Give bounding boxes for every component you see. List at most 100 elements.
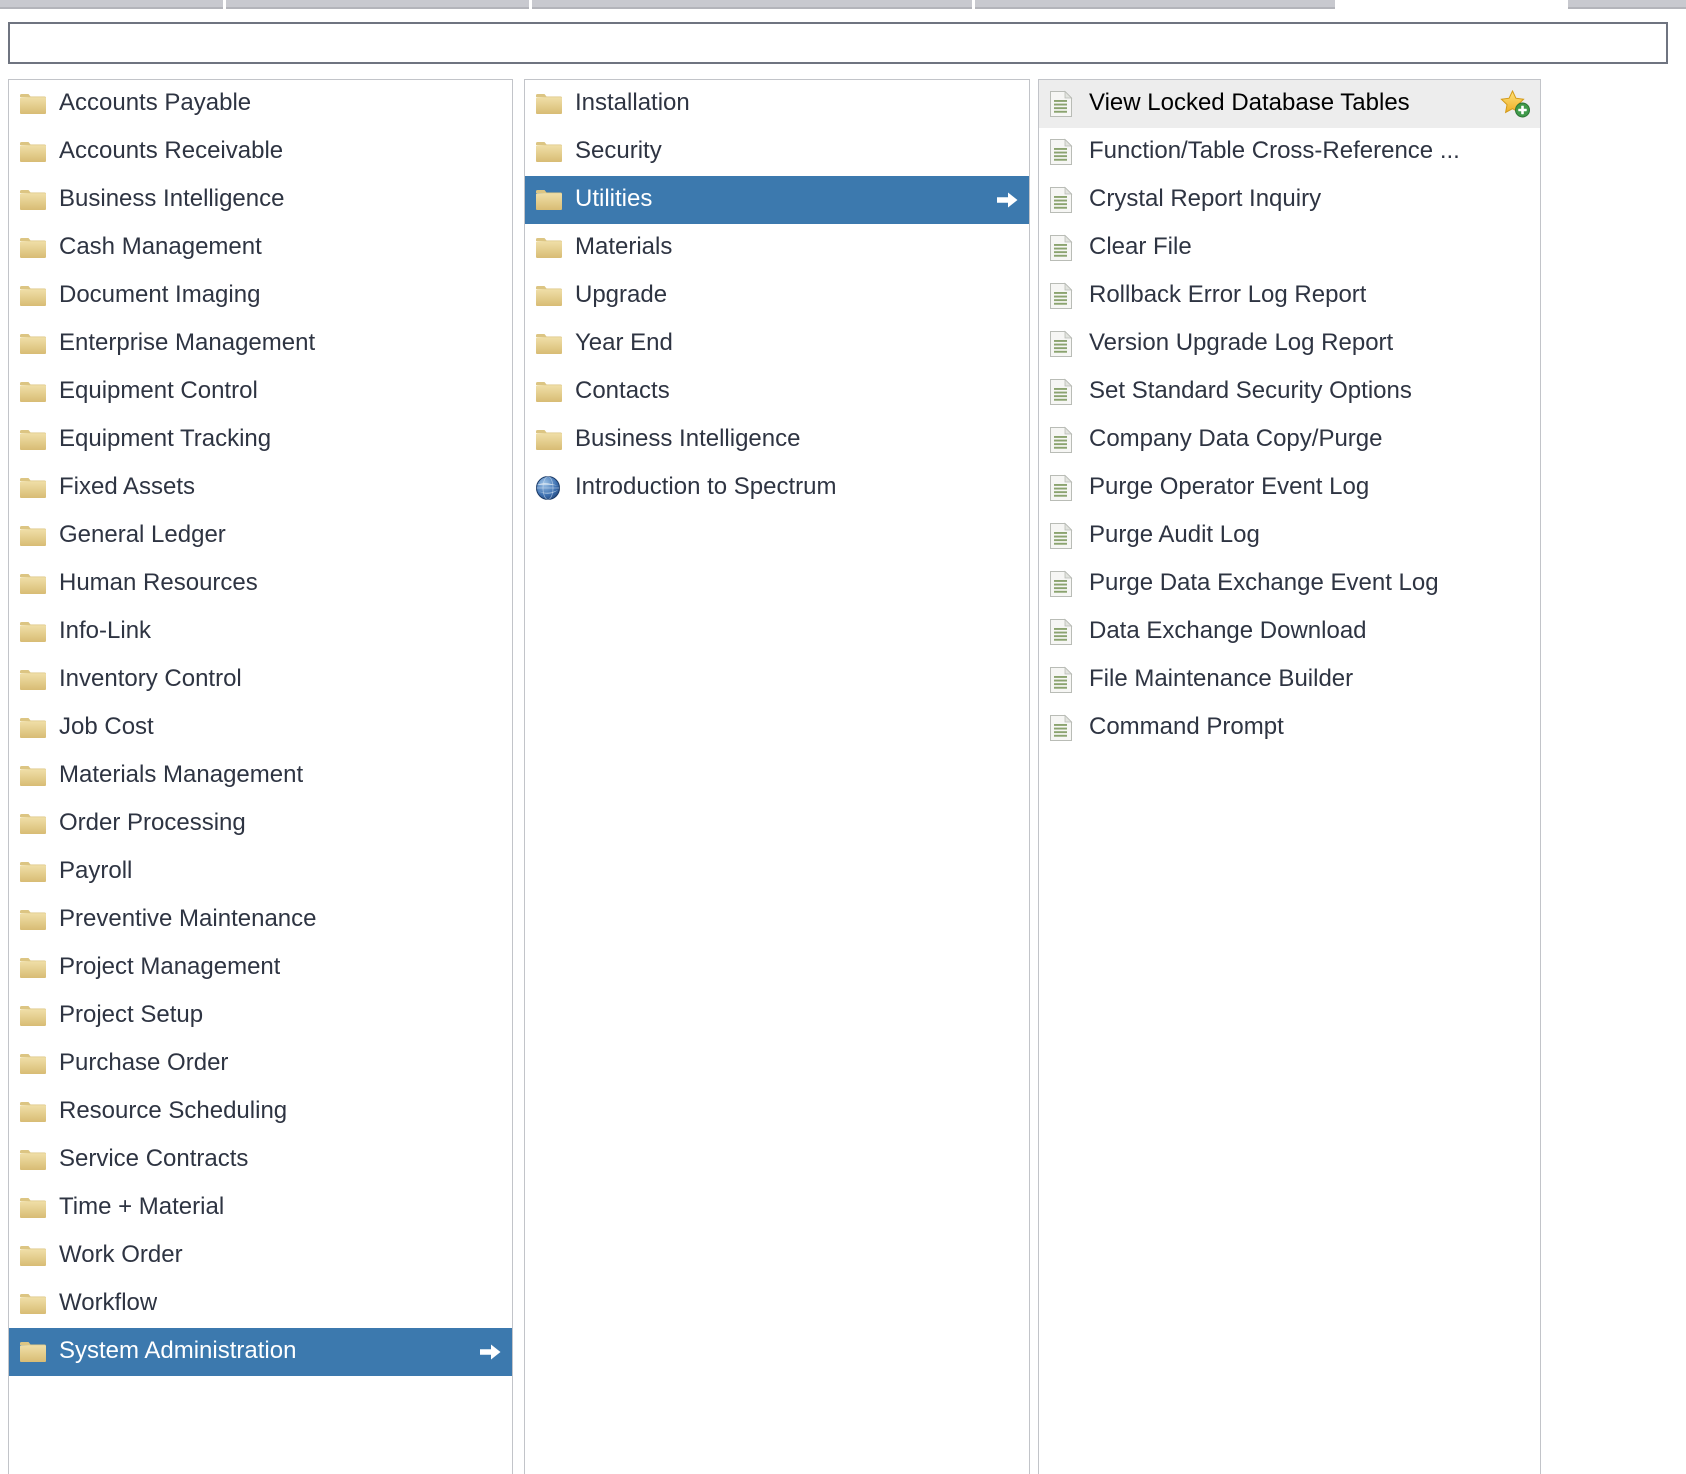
list-item[interactable]: Crystal Report Inquiry	[1039, 176, 1540, 224]
folder-icon	[19, 1289, 55, 1319]
list-item[interactable]: Purge Audit Log	[1039, 512, 1540, 560]
list-item[interactable]: Fixed Assets	[9, 464, 512, 512]
list-item[interactable]: Version Upgrade Log Report	[1039, 320, 1540, 368]
list-item-label: Company Data Copy/Purge	[1089, 427, 1383, 452]
document-icon	[1049, 425, 1085, 455]
arrow-right-icon	[993, 188, 1021, 212]
list-item-label: Clear File	[1089, 235, 1192, 260]
list-item[interactable]: Payroll	[9, 848, 512, 896]
folder-icon	[535, 89, 571, 119]
list-item-label: Work Order	[59, 1243, 183, 1268]
folder-icon	[19, 233, 55, 263]
folder-icon	[19, 137, 55, 167]
list-item[interactable]: Service Contracts	[9, 1136, 512, 1184]
list-item-label: Purchase Order	[59, 1051, 229, 1076]
list-item[interactable]: Cash Management	[9, 224, 512, 272]
folder-icon	[19, 473, 55, 503]
list-item[interactable]: Info-Link	[9, 608, 512, 656]
list-item[interactable]: Project Setup	[9, 992, 512, 1040]
list-item[interactable]: Equipment Tracking	[9, 416, 512, 464]
list-item[interactable]: Rollback Error Log Report	[1039, 272, 1540, 320]
toolbar-segment-3[interactable]	[532, 0, 972, 9]
list-item-label: View Locked Database Tables	[1089, 91, 1410, 116]
list-item[interactable]: Materials	[525, 224, 1029, 272]
list-item[interactable]: Introduction to Spectrum	[525, 464, 1029, 512]
list-item[interactable]: Clear File	[1039, 224, 1540, 272]
folders-panel[interactable]: Installation Security Utilities Materials Up…	[524, 79, 1030, 1474]
toolbar-segment-4[interactable]	[975, 0, 1335, 9]
folder-icon	[19, 1097, 55, 1127]
list-item-label: Business Intelligence	[59, 187, 285, 212]
list-item-label: Utilities	[575, 187, 653, 212]
list-item[interactable]: Function/Table Cross-Reference ...	[1039, 128, 1540, 176]
list-item[interactable]: Job Cost	[9, 704, 512, 752]
list-item[interactable]: File Maintenance Builder	[1039, 656, 1540, 704]
list-item[interactable]: Business Intelligence	[525, 416, 1029, 464]
list-item-label: Project Management	[59, 955, 281, 980]
list-item[interactable]: General Ledger	[9, 512, 512, 560]
folder-icon	[19, 185, 55, 215]
list-item[interactable]: Project Management	[9, 944, 512, 992]
toolbar-segment-1[interactable]	[0, 0, 223, 9]
list-item-label: File Maintenance Builder	[1089, 667, 1354, 692]
list-item[interactable]: Set Standard Security Options	[1039, 368, 1540, 416]
folder-icon	[19, 569, 55, 599]
list-item[interactable]: Time + Material	[9, 1184, 512, 1232]
list-item[interactable]: Business Intelligence	[9, 176, 512, 224]
list-item[interactable]: Command Prompt	[1039, 704, 1540, 752]
list-item[interactable]: Preventive Maintenance	[9, 896, 512, 944]
app-root: Accounts Payable Accounts Receivable Busin…	[0, 0, 1686, 1474]
list-item[interactable]: Order Processing	[9, 800, 512, 848]
list-item-label: Enterprise Management	[59, 331, 316, 356]
list-item-label: Project Setup	[59, 1003, 204, 1028]
list-item[interactable]: Purge Data Exchange Event Log	[1039, 560, 1540, 608]
list-item[interactable]: Data Exchange Download	[1039, 608, 1540, 656]
folder-icon	[19, 1337, 55, 1367]
list-item[interactable]: Company Data Copy/Purge	[1039, 416, 1540, 464]
list-item[interactable]: Purchase Order	[9, 1040, 512, 1088]
folder-icon	[19, 809, 55, 839]
modules-panel[interactable]: Accounts Payable Accounts Receivable Busin…	[8, 79, 513, 1474]
list-item[interactable]: Equipment Control	[9, 368, 512, 416]
list-item[interactable]: Purge Operator Event Log	[1039, 464, 1540, 512]
folder-icon	[19, 89, 55, 119]
list-item[interactable]: Human Resources	[9, 560, 512, 608]
list-item-label: Materials	[575, 235, 673, 260]
list-item[interactable]: Materials Management	[9, 752, 512, 800]
list-item[interactable]: Installation	[525, 80, 1029, 128]
folder-icon	[19, 1049, 55, 1079]
list-item-label: Accounts Receivable	[59, 139, 284, 164]
document-icon	[1049, 521, 1085, 551]
list-item-label: Upgrade	[575, 283, 668, 308]
folder-icon	[535, 377, 571, 407]
functions-list: View Locked Database Tables Function/Tabl…	[1039, 80, 1540, 752]
list-item[interactable]: Contacts	[525, 368, 1029, 416]
list-item[interactable]: System Administration	[9, 1328, 512, 1376]
list-item[interactable]: Upgrade	[525, 272, 1029, 320]
list-item[interactable]: Workflow	[9, 1280, 512, 1328]
add-favorite-star-icon[interactable]	[1498, 88, 1532, 120]
folder-icon	[535, 233, 571, 263]
list-item[interactable]: Work Order	[9, 1232, 512, 1280]
functions-panel[interactable]: View Locked Database Tables Function/Tabl…	[1038, 79, 1541, 1474]
list-item[interactable]: Enterprise Management	[9, 320, 512, 368]
list-item[interactable]: Security	[525, 128, 1029, 176]
list-item[interactable]: Resource Scheduling	[9, 1088, 512, 1136]
document-icon	[1049, 281, 1085, 311]
document-icon	[1049, 329, 1085, 359]
list-item[interactable]: Accounts Payable	[9, 80, 512, 128]
list-item[interactable]: Inventory Control	[9, 656, 512, 704]
document-icon	[1049, 569, 1085, 599]
list-item-label: Payroll	[59, 859, 133, 884]
list-item[interactable]: View Locked Database Tables	[1039, 80, 1540, 128]
list-item-label: System Administration	[59, 1339, 297, 1364]
list-item-label: Accounts Payable	[59, 91, 252, 116]
list-item[interactable]: Document Imaging	[9, 272, 512, 320]
list-item[interactable]: Utilities	[525, 176, 1029, 224]
toolbar-segment-2[interactable]	[226, 0, 529, 9]
search-input[interactable]	[8, 22, 1668, 64]
list-item[interactable]: Accounts Receivable	[9, 128, 512, 176]
list-item[interactable]: Year End	[525, 320, 1029, 368]
arrow-right-icon	[476, 1340, 504, 1364]
toolbar-segment-5[interactable]	[1568, 0, 1686, 9]
